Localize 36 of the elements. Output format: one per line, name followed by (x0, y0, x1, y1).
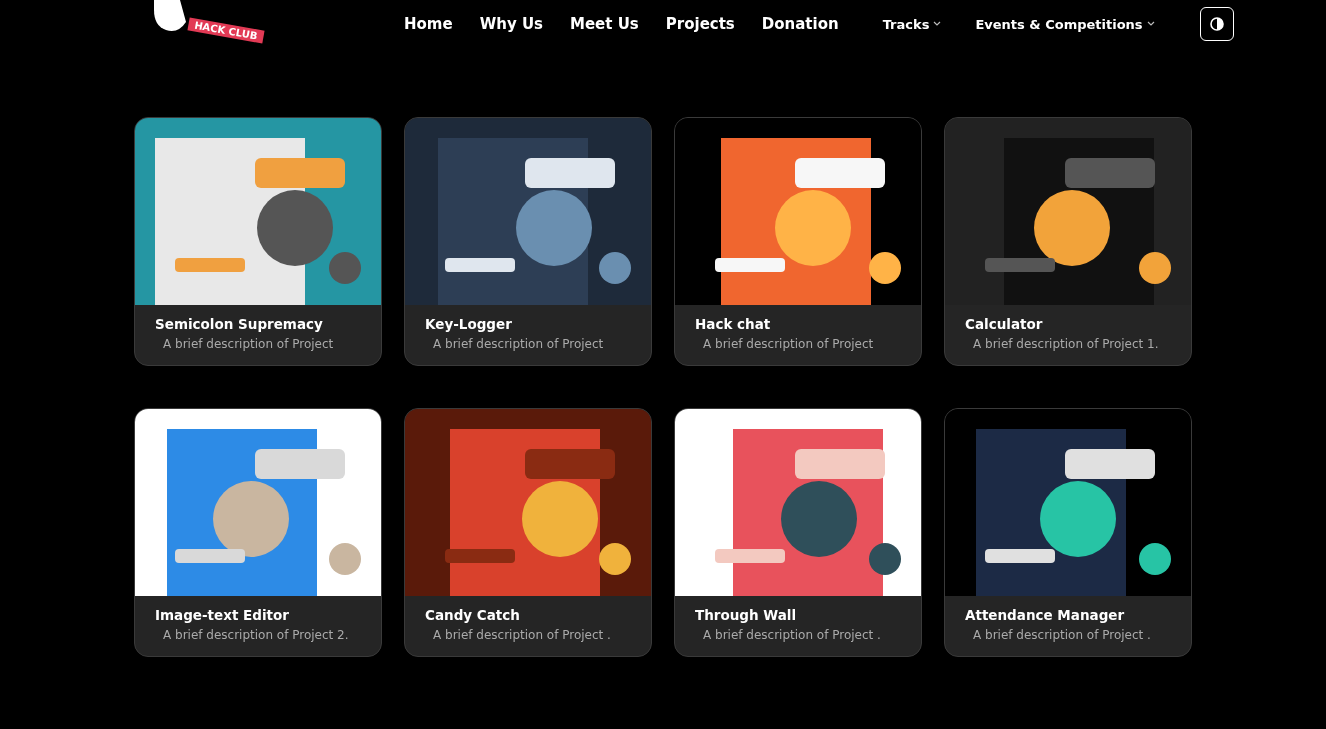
project-description: A brief description of Project . (433, 628, 612, 642)
logo[interactable]: HACK CLUB (150, 0, 266, 50)
project-description: A brief description of Project (163, 337, 335, 351)
project-description: A brief description of Project 2. (163, 628, 350, 642)
project-title: Through Wall (695, 607, 798, 623)
nav-link[interactable]: Projects (665, 15, 735, 33)
project-description: A brief description of Project . (703, 628, 882, 642)
project-card[interactable]: Candy Catch A brief description of Project . (404, 408, 652, 657)
nav-link[interactable]: Donation (761, 15, 839, 33)
project-card[interactable]: Key-Logger A brief description of Project (404, 117, 652, 366)
theme-icon (1208, 16, 1225, 32)
project-description: A brief description of Project 1. (973, 337, 1160, 351)
project-title: Calculator (965, 316, 1044, 332)
caret-icon (1146, 21, 1155, 27)
project-title: Hack chat (695, 316, 772, 332)
nav-dropdown[interactable]: Events & Competitions (975, 16, 1155, 32)
project-description: A brief description of Project (703, 337, 875, 351)
nav-dropdown[interactable]: Tracks (882, 16, 942, 32)
caret-icon (933, 21, 942, 27)
project-title: Candy Catch (425, 607, 521, 623)
project-title: Semicolon Supremacy (155, 316, 324, 332)
project-description: A brief description of Project (433, 337, 605, 351)
project-card[interactable]: Calculator A brief description of Project 1. (944, 117, 1192, 366)
project-card[interactable]: Attendance Manager A brief description of Project . (944, 408, 1192, 657)
theme-toggle-button[interactable] (1199, 7, 1234, 41)
project-card[interactable]: Hack chat A brief description of Project (674, 117, 922, 366)
nav-link[interactable]: Why Us (479, 15, 543, 33)
project-card[interactable]: Image-text Editor A brief description of Project 2. (134, 408, 382, 657)
project-title: Image-text Editor (155, 607, 290, 623)
project-description: A brief description of Project . (973, 628, 1152, 642)
project-card[interactable]: Through Wall A brief description of Project . (674, 408, 922, 657)
nav-link[interactable]: Meet Us (570, 15, 639, 33)
project-title: Key-Logger (425, 316, 513, 332)
nav-link[interactable]: Home (404, 15, 453, 33)
project-title: Attendance Manager (965, 607, 1126, 623)
project-card[interactable]: Semicolon Supremacy A brief description of Project (134, 117, 382, 366)
